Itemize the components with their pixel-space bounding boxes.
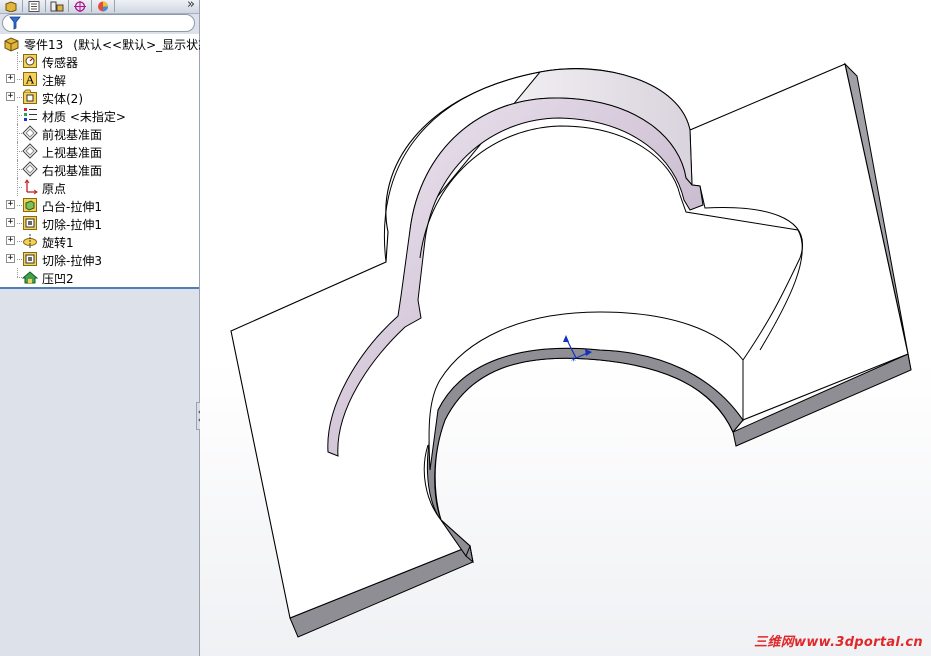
config-name: (默认<<默认>_显示状态 — [73, 37, 211, 52]
cut-extrude-icon — [23, 252, 37, 266]
annotations-icon: A — [23, 72, 37, 87]
expand-toggle[interactable]: + — [6, 254, 15, 263]
panel-tab-bar: » — [0, 0, 199, 14]
property-icon — [28, 0, 40, 12]
part-icon — [4, 36, 19, 52]
indent-icon — [22, 271, 38, 284]
configuration-manager-tab[interactable] — [46, 0, 69, 12]
tree-root-part[interactable]: 零件13 (默认<<默认>_显示状态 — [3, 35, 210, 53]
tree-item-cut-extrude1[interactable]: + 切除-拉伸1 — [6, 214, 196, 232]
tree-item-label: 旋转1 — [42, 236, 74, 250]
feature-filter-input[interactable] — [2, 14, 195, 32]
tree-item-cut-extrude3[interactable]: + 切除-拉伸3 — [6, 250, 196, 268]
tree-item-label: 上视基准面 — [42, 146, 103, 160]
watermark: 三维网www.3dportal.cn — [754, 635, 923, 650]
origin-icon — [24, 179, 38, 195]
dimxpert-manager-tab[interactable] — [69, 0, 92, 12]
tree-item-label: 切除-拉伸1 — [42, 218, 102, 232]
solid-bodies-icon — [23, 89, 37, 104]
expand-toggle[interactable]: + — [6, 200, 15, 209]
tree-item-label: 切除-拉伸3 — [42, 254, 102, 268]
tree-item-revolve1[interactable]: + 旋转1 — [6, 232, 196, 250]
filter-icon — [9, 16, 21, 30]
material-icon — [24, 108, 37, 121]
cut-extrude-icon — [23, 216, 37, 230]
tree-item-label: 材质 <未指定> — [42, 110, 126, 124]
tree-item-solid-bodies[interactable]: + 实体(2) — [6, 88, 196, 106]
tree-item-origin[interactable]: 原点 — [6, 178, 196, 196]
tree-item-boss-extrude1[interactable]: + 凸台-拉伸1 — [6, 196, 196, 214]
tree-item-label: 传感器 — [42, 56, 79, 70]
feature-tree: 零件13 (默认<<默认>_显示状态 传感器 + A 注解 + 实体(2) 材质… — [0, 34, 210, 289]
feature-manager-tab[interactable] — [0, 0, 23, 12]
plane-icon — [22, 143, 38, 159]
display-manager-icon — [98, 1, 108, 12]
dimxpert-icon — [74, 0, 86, 12]
plane-icon — [22, 125, 38, 141]
plane-icon — [22, 161, 38, 177]
tree-item-top-plane[interactable]: 上视基准面 — [6, 142, 196, 160]
tree-item-material[interactable]: 材质 <未指定> — [6, 106, 196, 124]
tree-item-label: 原点 — [42, 182, 67, 196]
cloud-wall-front-dark — [426, 347, 744, 558]
display-manager-tab[interactable] — [92, 0, 115, 12]
tree-item-label: 压凹2 — [42, 272, 74, 286]
feature-manager-panel: » 零件13 (默认<<默认>_显示状态 传感器 + A 注解 + 实体(2) … — [0, 0, 210, 656]
expand-toggle[interactable]: + — [6, 92, 15, 101]
configuration-icon — [50, 1, 64, 11]
tree-item-annotations[interactable]: + A 注解 — [6, 70, 196, 88]
part-name: 零件13 — [24, 37, 64, 52]
tree-item-label: 右视基准面 — [42, 164, 103, 178]
sensor-icon — [23, 54, 37, 68]
tree-item-sensors[interactable]: 传感器 — [6, 52, 196, 70]
tree-item-label: 凸台-拉伸1 — [42, 200, 102, 214]
tree-item-indent2[interactable]: 压凹2 — [6, 268, 196, 286]
tree-item-front-plane[interactable]: 前视基准面 — [6, 124, 196, 142]
expand-toggle[interactable]: + — [6, 218, 15, 227]
boss-extrude-icon — [23, 198, 37, 212]
tree-item-label: 注解 — [42, 74, 67, 88]
revolve-icon — [23, 234, 37, 248]
tree-item-label: 实体(2) — [42, 92, 83, 106]
tree-connector — [17, 268, 18, 277]
part-model[interactable]: * — [200, 0, 931, 656]
tree-item-right-plane[interactable]: 右视基准面 — [6, 160, 196, 178]
base-plate — [230, 62, 912, 638]
expand-toggle[interactable]: + — [6, 236, 15, 245]
more-tabs-button[interactable]: » — [187, 0, 195, 12]
svg-text:A: A — [25, 74, 35, 87]
property-manager-tab[interactable] — [23, 0, 46, 12]
tree-item-label: 前视基准面 — [42, 128, 103, 142]
svg-text:*: * — [571, 356, 576, 367]
part-icon — [5, 0, 17, 12]
expand-toggle[interactable]: + — [6, 74, 15, 83]
graphics-area[interactable]: * 三维网www.3dportal.cn — [200, 0, 931, 656]
